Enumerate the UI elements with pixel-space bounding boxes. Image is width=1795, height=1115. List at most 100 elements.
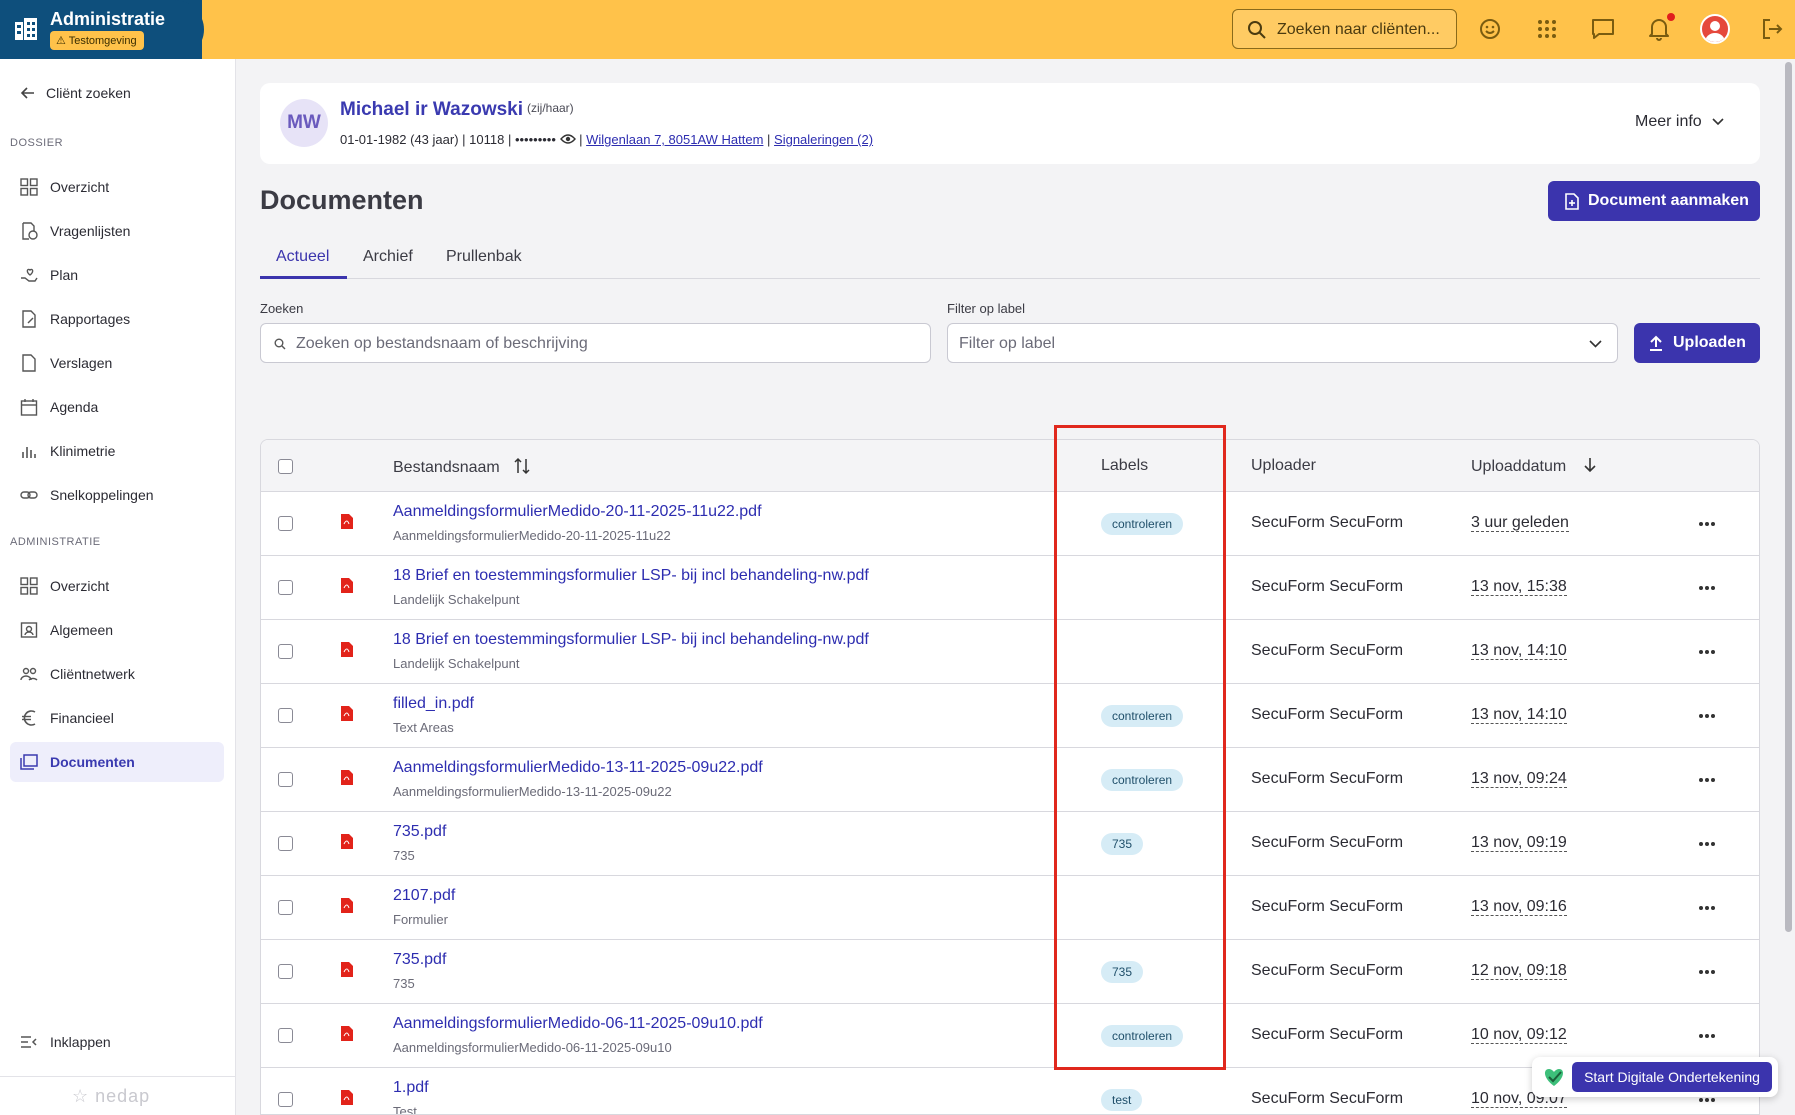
- digital-signing-widget: Start Digitale Ondertekening: [1532, 1057, 1778, 1097]
- file-name-link[interactable]: 18 Brief en toestemmingsformulier LSP- b…: [393, 631, 869, 649]
- signals-link[interactable]: Signaleringen (2): [774, 132, 873, 147]
- uploader-name: SecuForm SecuForm: [1251, 578, 1404, 595]
- vendor-footer: ☆ nedap: [0, 1076, 236, 1115]
- apps-grid-icon[interactable]: [1534, 16, 1560, 42]
- more-options-icon[interactable]: [1697, 706, 1717, 726]
- sidebar-item-klinimetrie[interactable]: Klinimetrie: [10, 431, 224, 471]
- more-options-icon[interactable]: [1697, 834, 1717, 854]
- sort-descending-icon: [1584, 458, 1596, 473]
- section-dossier: DOSSIER: [10, 137, 64, 149]
- column-header-uploaddatum[interactable]: Uploaddatum: [1471, 457, 1597, 476]
- file-name-link[interactable]: 1.pdf: [393, 1079, 429, 1097]
- notification-dot: [1667, 13, 1675, 21]
- eye-icon[interactable]: [559, 133, 576, 145]
- file-name-link[interactable]: AanmeldingsformulierMedido-13-11-2025-09…: [393, 759, 763, 777]
- client-bsn-masked: •••••••••: [514, 132, 556, 147]
- row-checkbox[interactable]: [278, 708, 293, 723]
- sidebar-item-label: Plan: [50, 267, 79, 283]
- row-checkbox[interactable]: [278, 964, 293, 979]
- logout-icon[interactable]: [1759, 16, 1785, 42]
- pdf-file-icon: [341, 770, 353, 785]
- start-digital-signing-button[interactable]: Start Digitale Ondertekening: [1572, 1062, 1772, 1092]
- pdf-file-icon: [341, 514, 353, 529]
- sidebar-item-clientnetwerk[interactable]: Cliëntnetwerk: [10, 654, 224, 694]
- row-checkbox[interactable]: [278, 644, 293, 659]
- document-plus-icon: [1565, 193, 1579, 210]
- client-address-link[interactable]: Wilgenlaan 7, 8051AW Hattem: [586, 132, 763, 147]
- table-row[interactable]: filled_in.pdf Text Areas controleren SecuFo…: [261, 684, 1759, 748]
- row-checkbox[interactable]: [278, 580, 293, 595]
- more-options-icon[interactable]: [1697, 962, 1717, 982]
- file-name-link[interactable]: 18 Brief en toestemmingsformulier LSP- b…: [393, 567, 869, 585]
- user-avatar[interactable]: [1700, 14, 1730, 44]
- sidebar-item-documenten[interactable]: Documenten: [10, 742, 224, 782]
- more-options-icon[interactable]: [1697, 514, 1717, 534]
- create-document-label: Document aanmaken: [1588, 192, 1749, 209]
- tab-archief[interactable]: Archief: [363, 248, 413, 266]
- row-checkbox[interactable]: [278, 516, 293, 531]
- upload-button[interactable]: Uploaden: [1634, 323, 1760, 363]
- column-label: Uploaddatum: [1471, 458, 1567, 475]
- tab-prullenbak[interactable]: Prullenbak: [446, 248, 522, 266]
- document-search-input[interactable]: Zoeken op bestandsnaam of beschrijving: [260, 323, 931, 363]
- table-row[interactable]: 18 Brief en toestemmingsformulier LSP- b…: [261, 556, 1759, 620]
- file-name-link[interactable]: AanmeldingsformulierMedido-06-11-2025-09…: [393, 1015, 763, 1033]
- page-scrollbar[interactable]: [1785, 62, 1792, 932]
- more-options-icon[interactable]: [1697, 770, 1717, 790]
- client-search-input[interactable]: Zoeken naar cliënten...: [1232, 9, 1457, 49]
- file-name-link[interactable]: 2107.pdf: [393, 887, 455, 905]
- file-name-link[interactable]: 735.pdf: [393, 823, 446, 841]
- table-row[interactable]: 735.pdf 735 735 SecuForm SecuForm 13 nov, 09…: [261, 812, 1759, 876]
- sidebar-item-overzicht[interactable]: Overzicht: [10, 167, 224, 207]
- file-description: Test: [393, 1104, 417, 1115]
- select-all-checkbox[interactable]: [278, 459, 293, 474]
- sidebar-item-agenda[interactable]: Agenda: [10, 387, 224, 427]
- sidebar-item-vragenlijsten[interactable]: Vragenlijsten: [10, 211, 224, 251]
- column-header-bestandsnaam[interactable]: Bestandsnaam: [393, 457, 530, 477]
- table-row[interactable]: 18 Brief en toestemmingsformulier LSP- b…: [261, 620, 1759, 684]
- heart-check-icon: [1544, 1069, 1564, 1086]
- file-description: Formulier: [393, 912, 448, 927]
- table-row[interactable]: AanmeldingsformulierMedido-20-11-2025-11…: [261, 492, 1759, 556]
- upload-date: 13 nov, 09:16: [1471, 898, 1567, 916]
- sidebar-item-financieel[interactable]: Financieel: [10, 698, 224, 738]
- more-options-icon[interactable]: [1697, 898, 1717, 918]
- label-filter-select[interactable]: Filter op label: [947, 323, 1618, 363]
- row-checkbox[interactable]: [278, 900, 293, 915]
- row-checkbox[interactable]: [278, 836, 293, 851]
- more-options-icon[interactable]: [1697, 1026, 1717, 1046]
- grid-icon: [20, 577, 38, 595]
- file-name-link[interactable]: AanmeldingsformulierMedido-20-11-2025-11…: [393, 503, 762, 521]
- file-name-link[interactable]: 735.pdf: [393, 951, 446, 969]
- sidebar-item-algemeen[interactable]: Algemeen: [10, 610, 224, 650]
- hand-heart-icon: [21, 268, 38, 282]
- row-checkbox[interactable]: [278, 1092, 293, 1107]
- sidebar-item-verslagen[interactable]: Verslagen: [10, 343, 224, 383]
- more-info-button[interactable]: Meer info: [1635, 113, 1724, 131]
- file-name-link[interactable]: filled_in.pdf: [393, 695, 474, 713]
- more-options-icon[interactable]: [1697, 642, 1717, 662]
- create-document-button[interactable]: Document aanmaken: [1548, 181, 1760, 221]
- client-name[interactable]: Michael ir Wazowski: [340, 99, 523, 121]
- back-to-client-search[interactable]: Cliënt zoeken: [20, 85, 131, 101]
- euro-icon: [22, 710, 36, 726]
- chat-icon[interactable]: [1590, 16, 1616, 42]
- pdf-file-icon: [341, 1026, 353, 1041]
- sidebar-item-plan[interactable]: Plan: [10, 255, 224, 295]
- sidebar-item-snelkoppelingen[interactable]: Snelkoppelingen: [10, 475, 224, 515]
- sidebar-item-admin-overzicht[interactable]: Overzicht: [10, 566, 224, 606]
- chevron-down-icon: [1712, 118, 1724, 126]
- row-checkbox[interactable]: [278, 772, 293, 787]
- collapse-sidebar-button[interactable]: Inklappen: [10, 1022, 224, 1062]
- table-row[interactable]: 735.pdf 735 735 SecuForm SecuForm 12 nov, 09…: [261, 940, 1759, 1004]
- sidebar-item-label: Vragenlijsten: [50, 223, 131, 239]
- more-options-icon[interactable]: [1697, 578, 1717, 598]
- smiley-icon[interactable]: [1477, 16, 1503, 42]
- table-row[interactable]: 2107.pdf Formulier SecuForm SecuForm 13 nov…: [261, 876, 1759, 940]
- questionnaire-icon: [22, 222, 38, 240]
- sidebar-item-rapportages[interactable]: Rapportages: [10, 299, 224, 339]
- uploader-name: SecuForm SecuForm: [1251, 1026, 1404, 1043]
- table-row[interactable]: AanmeldingsformulierMedido-13-11-2025-09…: [261, 748, 1759, 812]
- tab-actueel[interactable]: Actueel: [276, 248, 329, 266]
- row-checkbox[interactable]: [278, 1028, 293, 1043]
